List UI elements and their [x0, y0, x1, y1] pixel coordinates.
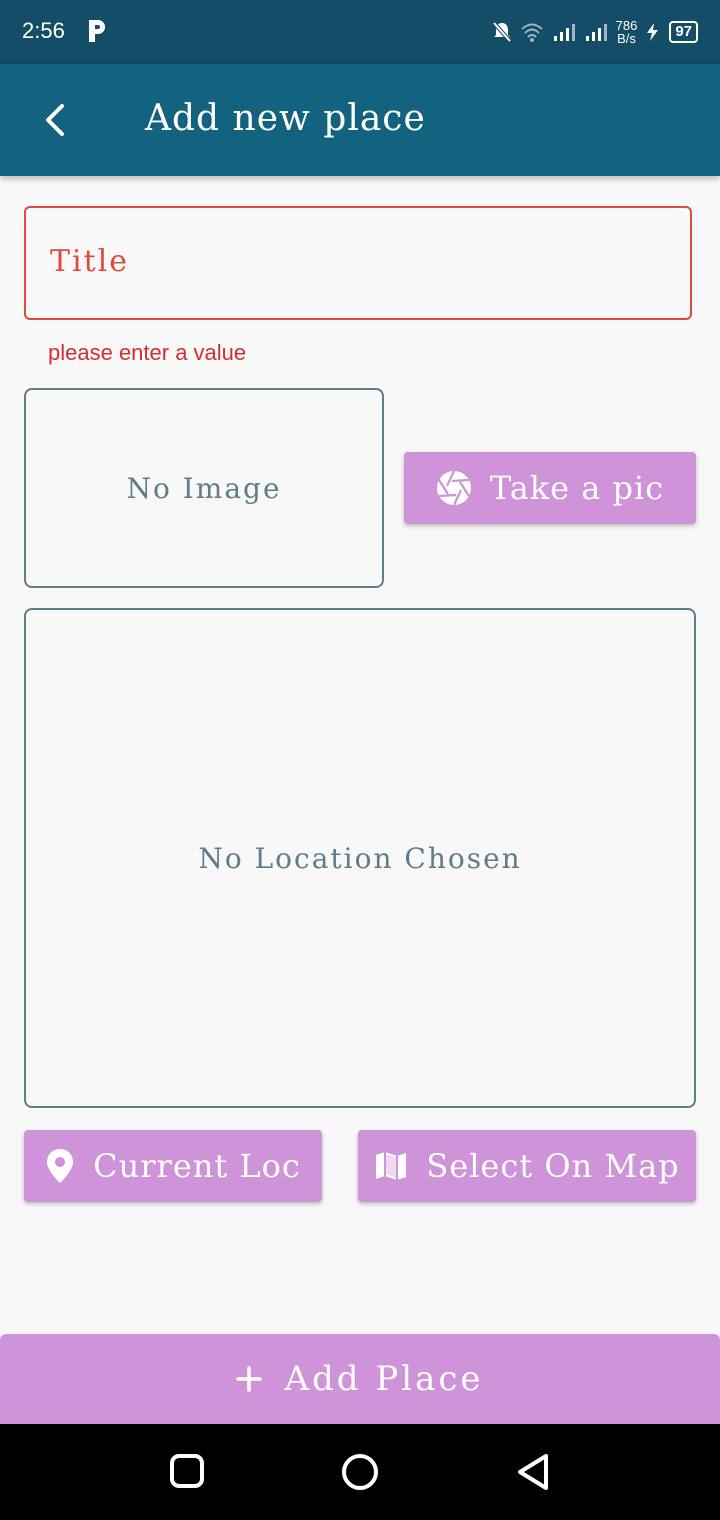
home-circle-icon[interactable] [340, 1452, 380, 1492]
system-nav-bar [0, 1424, 720, 1520]
recents-square-icon[interactable] [168, 1452, 206, 1490]
plus-icon [236, 1366, 263, 1392]
take-pic-label: Take a pic [489, 469, 665, 507]
title-error-message: please enter a value [48, 340, 247, 365]
no-location-text: No Location Chosen [198, 841, 522, 875]
app-bar: Add new place [0, 64, 720, 176]
no-image-text: No Image [126, 471, 282, 505]
title-input[interactable]: Title [24, 206, 692, 320]
take-pic-button[interactable]: Take a pic [404, 452, 696, 524]
image-preview-box: No Image [24, 388, 384, 588]
camera-shutter-icon [436, 470, 471, 506]
back-triangle-icon[interactable] [514, 1452, 554, 1492]
status-indicators: 786 B/s 97 [492, 14, 698, 50]
network-speed-unit: B/s [617, 31, 636, 46]
add-place-label: Add Place [284, 1359, 484, 1399]
current-location-button[interactable]: Current Loc [24, 1130, 322, 1202]
charging-icon [647, 23, 659, 41]
map-icon [376, 1152, 407, 1180]
select-on-map-label: Select On Map [426, 1147, 680, 1185]
signal-1-icon [553, 24, 575, 41]
network-speed: 786 B/s [616, 19, 638, 45]
page-title: Add new place [145, 98, 426, 139]
add-place-button[interactable]: Add Place [0, 1334, 720, 1424]
current-location-label: Current Loc [93, 1147, 301, 1185]
status-bar: 2:56 786 B/s 97 [0, 0, 720, 64]
battery-indicator: 97 [669, 21, 698, 43]
signal-2-icon [585, 24, 607, 41]
location-preview-box: No Location Chosen [24, 608, 696, 1108]
mute-bell-icon [492, 21, 512, 43]
back-arrow-icon[interactable] [40, 102, 72, 138]
location-pin-icon [47, 1149, 74, 1183]
wifi-icon [520, 23, 543, 42]
title-input-label: Title [50, 244, 130, 279]
parking-app-icon [89, 20, 105, 42]
select-on-map-button[interactable]: Select On Map [358, 1130, 696, 1202]
status-time: 2:56 [22, 18, 65, 43]
